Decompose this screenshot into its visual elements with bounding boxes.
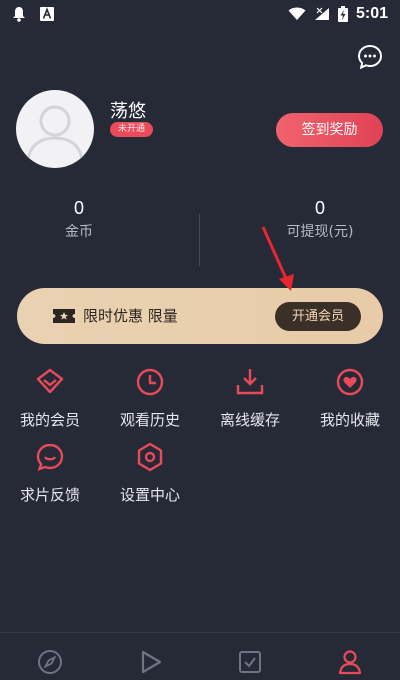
menu-label: 观看历史 — [119, 411, 180, 429]
tab-video[interactable] — [130, 649, 170, 679]
menu-item-watch-history[interactable]: 观看历史 — [105, 366, 195, 430]
tab-discover[interactable] — [30, 649, 70, 679]
menu-label: 求片反馈 — [19, 486, 80, 504]
open-vip-button[interactable]: 开通会员 — [275, 302, 361, 331]
download-icon — [236, 369, 264, 395]
default-avatar-icon — [26, 105, 84, 161]
compass-icon — [38, 650, 62, 674]
wifi-icon — [288, 7, 306, 20]
checkbox-icon — [239, 651, 261, 673]
menu-label: 我的会员 — [19, 411, 80, 429]
clock-icon — [136, 368, 164, 396]
status-time: 5:01 — [355, 5, 388, 22]
chat-bubble-icon — [357, 44, 383, 70]
withdrawable-value: 0 — [314, 198, 325, 218]
coins-stat[interactable]: 0 金币 — [9, 198, 149, 241]
app-a-icon — [40, 7, 54, 21]
heart-icon — [336, 368, 364, 396]
ticket-icon — [53, 309, 75, 323]
coins-value: 0 — [73, 198, 84, 218]
menu-label: 我的收藏 — [319, 411, 380, 429]
checkin-reward-button[interactable]: 签到奖励 — [276, 113, 383, 147]
avatar[interactable] — [16, 90, 94, 168]
username: 荡悠 — [110, 101, 146, 122]
menu-item-settings[interactable]: 设置中心 — [105, 441, 195, 505]
annotation-arrow-icon — [261, 226, 294, 291]
bottom-tab-bar — [0, 632, 400, 680]
tab-tasks[interactable] — [230, 649, 270, 679]
vip-status-badge: 未开通 — [110, 122, 154, 137]
menu-item-offline-cache[interactable]: 离线缓存 — [205, 366, 295, 430]
bell-icon — [13, 7, 25, 22]
menu-label: 离线缓存 — [219, 411, 280, 429]
settings-icon — [137, 442, 163, 472]
menu-item-request-feedback[interactable]: 求片反馈 — [5, 441, 95, 505]
menu-item-favorites[interactable]: 我的收藏 — [305, 366, 395, 430]
coins-label: 金币 — [65, 224, 93, 240]
battery-icon — [337, 6, 348, 22]
menu-item-my-vip[interactable]: 我的会员 — [5, 366, 95, 430]
feedback-icon — [36, 443, 64, 471]
menu-label: 设置中心 — [119, 486, 180, 504]
diamond-icon — [36, 368, 64, 394]
stats-divider — [199, 214, 200, 266]
message-button[interactable] — [357, 44, 383, 70]
tab-me[interactable] — [330, 649, 370, 679]
status-right: 5:01 — [288, 5, 388, 23]
status-bar: 5:01 — [0, 0, 400, 28]
status-left — [12, 6, 54, 22]
vip-promo-text: 限时优惠 限量 — [83, 307, 178, 325]
play-icon — [141, 650, 162, 674]
signal-icon — [314, 7, 329, 20]
vip-promo-banner[interactable]: 限时优惠 限量 开通会员 — [17, 288, 383, 344]
person-icon — [338, 650, 362, 675]
